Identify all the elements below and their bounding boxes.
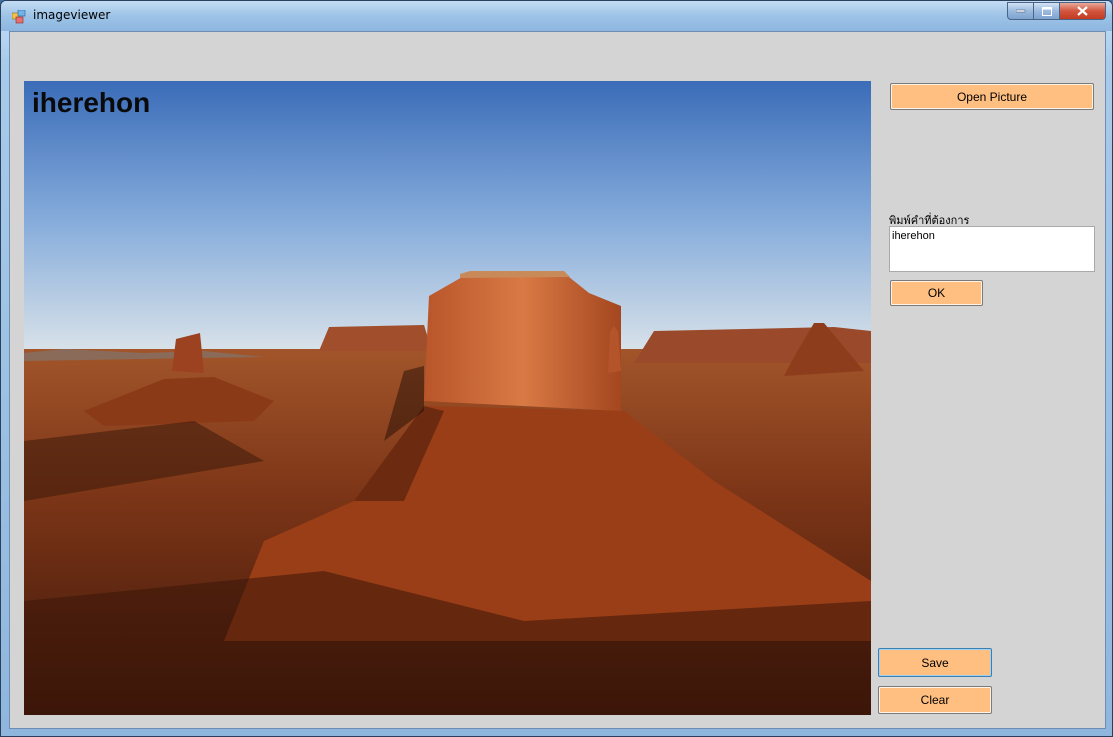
restore-icon: [1041, 6, 1052, 16]
title-bar[interactable]: imageviewer: [1, 1, 1112, 31]
picture-box: iherehon: [24, 81, 871, 715]
caption-buttons: [1007, 2, 1106, 22]
minimize-button[interactable]: [1007, 2, 1034, 20]
close-button[interactable]: [1060, 2, 1106, 20]
form-client-area: iherehon Open Picture พิมพ์คำที่ต้องการ …: [9, 31, 1106, 729]
picture-overlay-text: iherehon: [32, 87, 151, 118]
maximize-button[interactable]: [1034, 2, 1060, 20]
save-button[interactable]: Save: [878, 648, 992, 677]
desert-landscape-image: [24, 81, 871, 715]
app-window: imageviewer iherehon Open Picture พิมพ์ค…: [0, 0, 1113, 737]
word-input[interactable]: iherehon: [889, 226, 1095, 272]
app-icon: [11, 9, 26, 24]
open-picture-button[interactable]: Open Picture: [890, 83, 1094, 110]
clear-button[interactable]: Clear: [878, 686, 992, 714]
window-title: imageviewer: [33, 8, 111, 22]
minimize-icon: [1015, 9, 1025, 13]
close-icon: [1077, 6, 1088, 16]
ok-button[interactable]: OK: [890, 280, 983, 306]
